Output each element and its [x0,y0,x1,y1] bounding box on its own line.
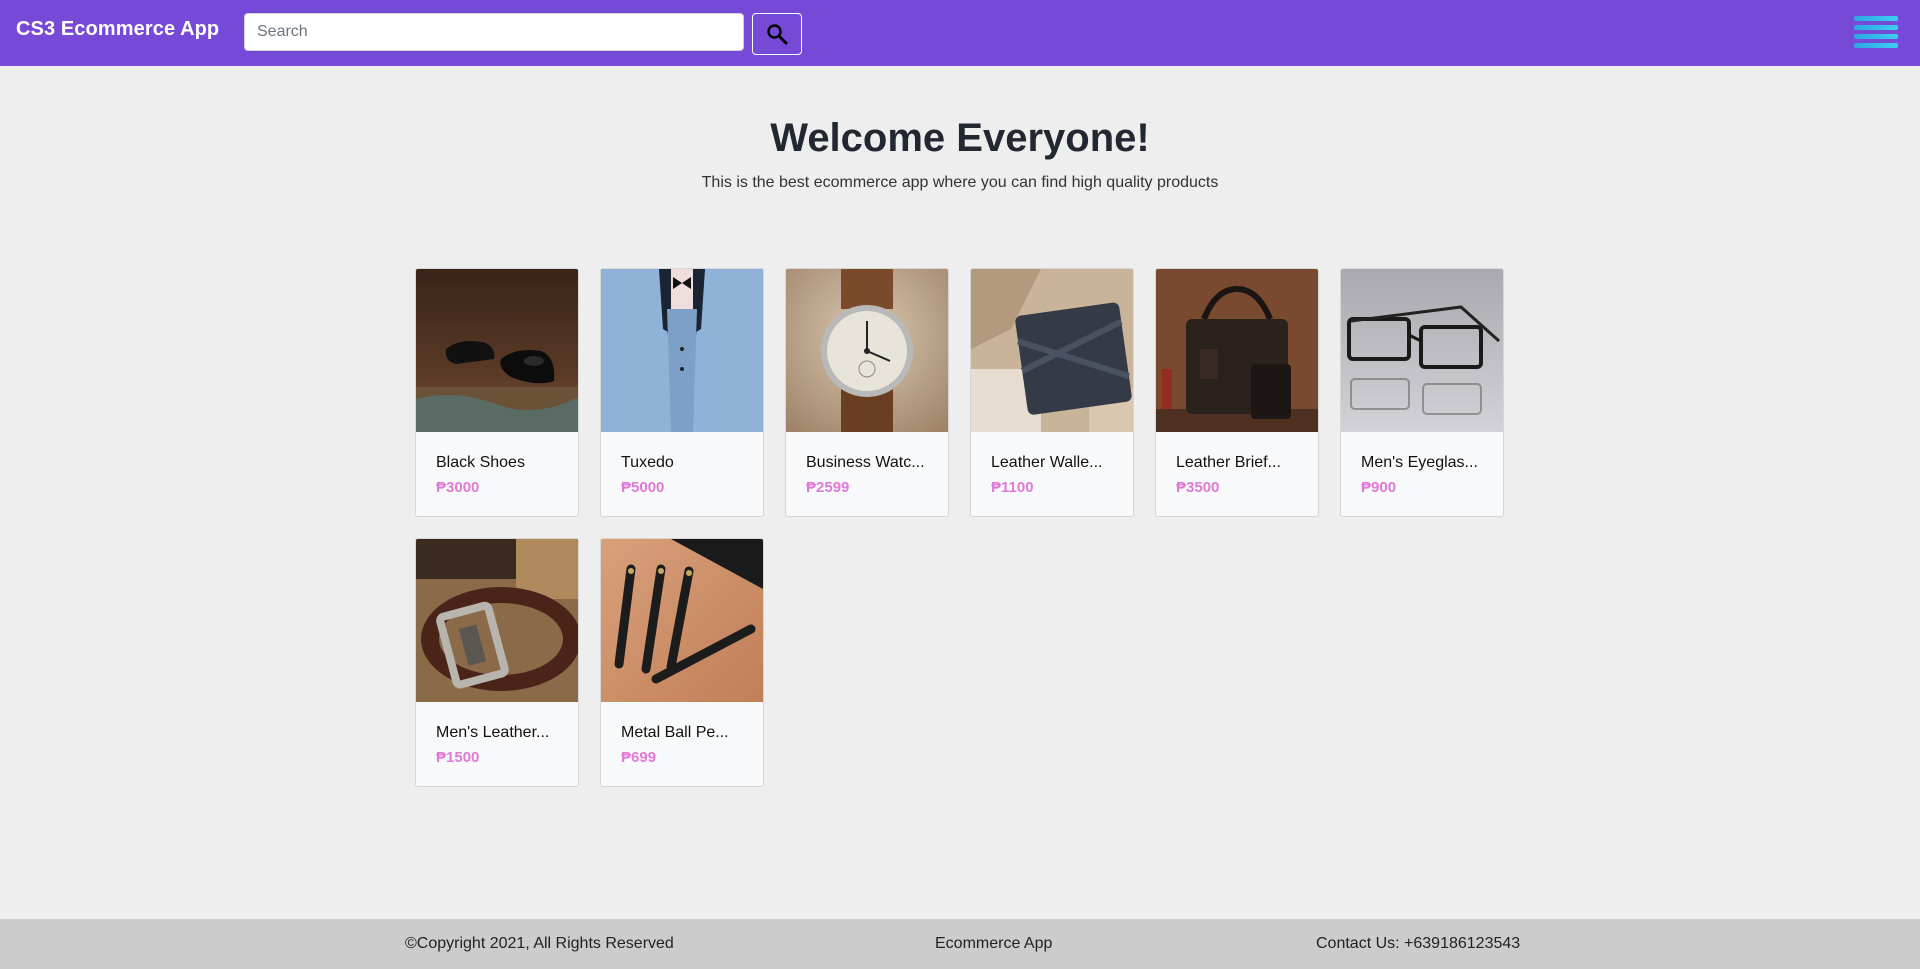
product-card[interactable]: Metal Ball Pe... ₱699 [600,538,764,787]
black-shoes-image [416,269,578,432]
product-card[interactable]: Men's Eyeglas... ₱900 [1340,268,1504,517]
product-card[interactable]: Men's Leather... ₱1500 [415,538,579,787]
product-name: Black Shoes [436,454,525,471]
footer-copyright: ©Copyright 2021, All Rights Reserved [405,935,674,952]
leather-wallet-image [971,269,1133,432]
product-price: ₱2599 [806,479,850,496]
product-price: ₱3000 [436,479,480,496]
product-name: Metal Ball Pe... [621,724,729,741]
ball-pens-image [601,539,763,702]
product-name: Leather Brief... [1176,454,1281,471]
search-icon [767,24,788,45]
product-price: ₱900 [1361,479,1397,496]
page-title: Welcome Everyone! [770,116,1150,160]
product-card[interactable]: Business Watc... ₱2599 [785,268,949,517]
business-watch-image [786,269,948,432]
brand-link[interactable]: CS3 Ecommerce App [16,18,219,41]
product-name: Leather Walle... [991,454,1103,471]
product-price: ₱1100 [991,479,1034,496]
leather-belt-image [416,539,578,702]
footer: ©Copyright 2021, All Rights Reserved Eco… [0,919,1920,969]
product-price: ₱699 [621,749,657,766]
leather-briefcase-image [1156,269,1318,432]
footer-app-name: Ecommerce App [935,935,1053,952]
product-card[interactable]: Leather Walle... ₱1100 [970,268,1134,517]
product-card[interactable]: Black Shoes ₱3000 [415,268,579,517]
page-subtitle: This is the best ecommerce app where you… [701,174,1219,191]
eyeglasses-image [1341,269,1503,432]
navbar: CS3 Ecommerce App [0,0,1920,66]
product-price: ₱3500 [1176,479,1220,496]
search-input[interactable] [244,13,744,51]
product-card[interactable]: Tuxedo ₱5000 [600,268,764,517]
product-name: Men's Eyeglas... [1361,454,1478,471]
hamburger-menu-icon[interactable] [1854,16,1898,50]
footer-contact: Contact Us: +639186123543 [1316,935,1521,952]
product-grid: Black Shoes ₱3000 Tuxedo ₱5000 Business … [415,268,1505,787]
product-price: ₱5000 [621,479,665,496]
product-card[interactable]: Leather Brief... ₱3500 [1155,268,1319,517]
search-button[interactable] [752,13,802,55]
tuxedo-image [601,269,763,432]
product-price: ₱1500 [436,749,480,766]
product-name: Tuxedo [621,454,674,471]
product-name: Business Watc... [806,454,925,471]
product-name: Men's Leather... [436,724,550,741]
